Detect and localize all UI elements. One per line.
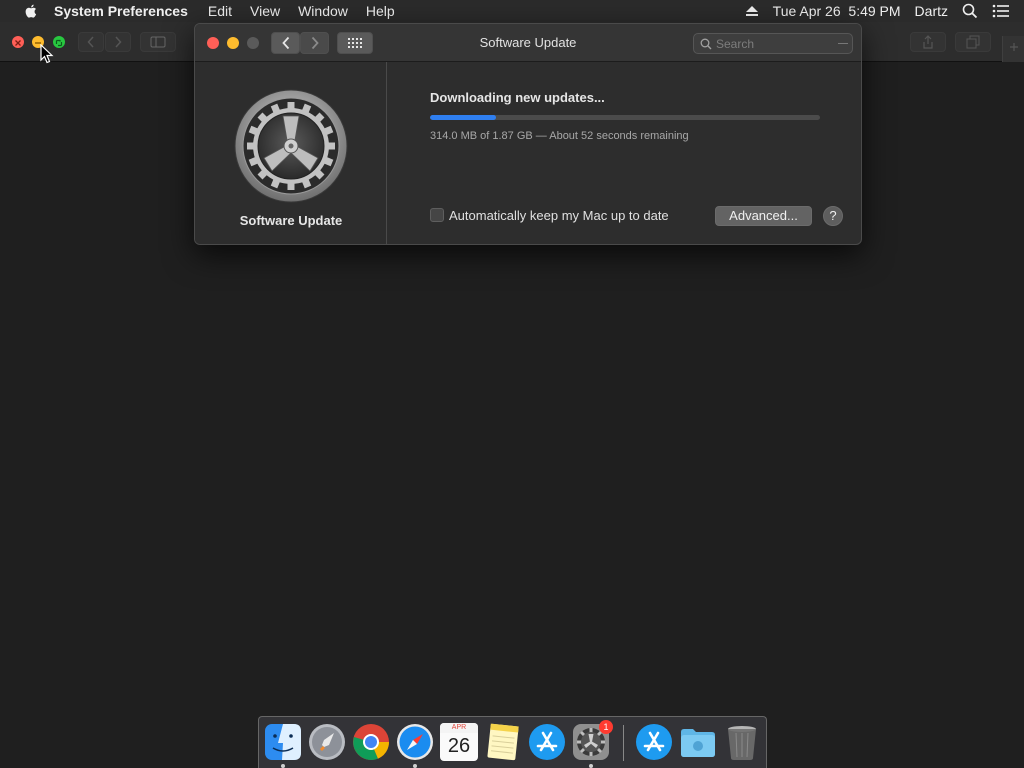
dock: APR 26 1	[258, 716, 767, 768]
app-store-stack-icon[interactable]	[635, 723, 673, 761]
bg-sidebar-icon[interactable]	[140, 32, 176, 52]
software-update-gear-icon	[234, 89, 348, 203]
calendar-day: 26	[447, 735, 471, 757]
eject-icon[interactable]	[745, 5, 759, 17]
app-store-icon[interactable]	[528, 723, 566, 761]
bg-share-icon[interactable]	[910, 32, 946, 52]
download-progress-fill	[430, 115, 496, 120]
bg-close-button[interactable]	[12, 36, 24, 48]
chrome-icon[interactable]	[352, 723, 390, 761]
search-icon	[700, 38, 712, 50]
search-field[interactable]	[693, 33, 853, 54]
bg-forward-button[interactable]	[105, 32, 131, 52]
menu-help[interactable]: Help	[366, 3, 395, 19]
finder-running-indicator	[281, 764, 285, 768]
safari-running-indicator	[413, 764, 417, 768]
safari-icon[interactable]	[396, 723, 434, 761]
menu-window[interactable]: Window	[298, 3, 348, 19]
system-preferences-running-indicator	[589, 764, 593, 768]
auto-update-label[interactable]: Automatically keep my Mac up to date	[449, 208, 669, 223]
menu-app-name[interactable]: System Preferences	[54, 3, 188, 19]
search-clear-icon[interactable]	[838, 43, 848, 44]
menu-bar: System Preferences Edit View Window Help…	[0, 0, 1024, 22]
window-titlebar[interactable]: Software Update	[195, 24, 861, 62]
calendar-icon[interactable]: APR 26	[440, 723, 478, 761]
bg-back-button[interactable]	[78, 32, 104, 52]
menubar-user[interactable]: Dartz	[915, 3, 948, 19]
trash-icon[interactable]	[723, 723, 761, 761]
pane-icon-label: Software Update	[239, 213, 343, 228]
downloads-folder-icon[interactable]	[679, 723, 717, 761]
notes-icon[interactable]	[484, 723, 522, 761]
mouse-cursor-icon	[40, 44, 54, 64]
download-status: Downloading new updates...	[430, 90, 605, 105]
advanced-button[interactable]: Advanced...	[715, 206, 812, 226]
spotlight-search-icon[interactable]	[962, 3, 978, 19]
menu-view[interactable]: View	[250, 3, 280, 19]
calendar-month: APR	[440, 723, 478, 733]
system-preferences-badge: 1	[599, 720, 613, 734]
bg-new-tab-icon[interactable]	[1002, 36, 1024, 62]
menu-edit[interactable]: Edit	[208, 3, 232, 19]
bg-zoom-button[interactable]	[53, 36, 65, 48]
bg-tabs-icon[interactable]	[955, 32, 991, 52]
launchpad-icon[interactable]	[308, 723, 346, 761]
auto-update-checkbox[interactable]	[430, 208, 444, 222]
notification-center-icon[interactable]	[992, 4, 1010, 18]
pane-content: Downloading new updates... 314.0 MB of 1…	[388, 62, 861, 244]
search-input[interactable]	[716, 35, 836, 52]
apple-menu-icon[interactable]	[20, 3, 42, 19]
download-progress-bar	[430, 115, 820, 120]
download-progress-detail: 314.0 MB of 1.87 GB — About 52 seconds r…	[430, 130, 689, 142]
pane-icon-panel: Software Update	[195, 62, 387, 244]
finder-icon[interactable]	[264, 723, 302, 761]
menubar-clock[interactable]: Tue Apr 26 5:49 PM	[773, 3, 901, 19]
software-update-window: Software Update Search Software Update D…	[194, 23, 862, 245]
help-button[interactable]: ?	[823, 206, 843, 226]
dock-separator	[623, 725, 624, 761]
